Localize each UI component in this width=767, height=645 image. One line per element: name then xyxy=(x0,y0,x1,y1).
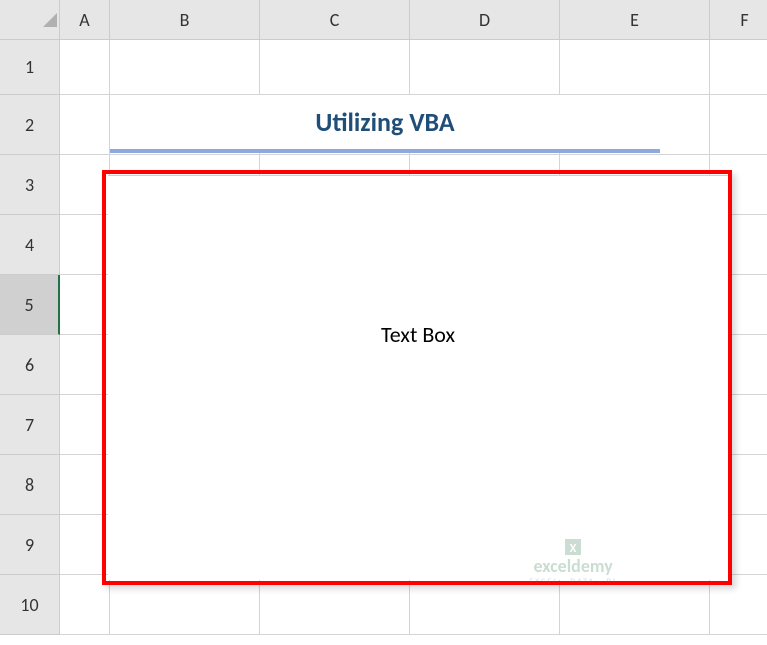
cell[interactable] xyxy=(410,575,560,635)
cell[interactable] xyxy=(560,575,710,635)
cell[interactable] xyxy=(710,575,767,635)
column-header-f[interactable]: F xyxy=(710,0,767,40)
row-header-6[interactable]: 6 xyxy=(0,335,60,395)
cell[interactable] xyxy=(60,40,110,95)
cell-row xyxy=(60,40,767,95)
cell[interactable] xyxy=(260,575,410,635)
cell[interactable] xyxy=(710,95,767,155)
text-box-shape[interactable]: Text Box xyxy=(108,175,728,580)
row-header-8[interactable]: 8 xyxy=(0,455,60,515)
row-header-2[interactable]: 2 xyxy=(0,95,60,155)
column-header-e[interactable]: E xyxy=(560,0,710,40)
cell[interactable] xyxy=(110,40,260,95)
worksheet-title-cell[interactable]: Utilizing VBA xyxy=(110,95,660,153)
column-headers: ABCDEF xyxy=(60,0,767,40)
cell[interactable] xyxy=(710,40,767,95)
cell[interactable] xyxy=(60,515,110,575)
select-all-corner[interactable] xyxy=(0,0,60,40)
row-headers: 12345678910 xyxy=(0,40,60,635)
cell-row xyxy=(60,575,767,635)
cell[interactable] xyxy=(60,275,110,335)
cell[interactable] xyxy=(60,95,110,155)
column-header-a[interactable]: A xyxy=(60,0,110,40)
cell[interactable] xyxy=(260,40,410,95)
worksheet-title-text: Utilizing VBA xyxy=(315,106,454,138)
cell[interactable] xyxy=(60,335,110,395)
row-header-5[interactable]: 5 xyxy=(0,275,60,335)
column-header-b[interactable]: B xyxy=(110,0,260,40)
text-box-content: Text Box xyxy=(381,321,455,348)
select-all-triangle-icon xyxy=(41,11,57,27)
row-header-7[interactable]: 7 xyxy=(0,395,60,455)
column-header-d[interactable]: D xyxy=(410,0,560,40)
column-header-c[interactable]: C xyxy=(260,0,410,40)
cell[interactable] xyxy=(60,395,110,455)
row-header-10[interactable]: 10 xyxy=(0,575,60,635)
row-header-3[interactable]: 3 xyxy=(0,155,60,215)
cell[interactable] xyxy=(560,40,710,95)
cell[interactable] xyxy=(110,575,260,635)
cell[interactable] xyxy=(60,455,110,515)
row-header-9[interactable]: 9 xyxy=(0,515,60,575)
row-header-4[interactable]: 4 xyxy=(0,215,60,275)
cell[interactable] xyxy=(410,40,560,95)
cell[interactable] xyxy=(60,155,110,215)
cell[interactable] xyxy=(60,215,110,275)
cell[interactable] xyxy=(60,575,110,635)
row-header-1[interactable]: 1 xyxy=(0,40,60,95)
spreadsheet-grid: ABCDEF 12345678910 Utilizing VBA Text Bo… xyxy=(0,0,767,645)
